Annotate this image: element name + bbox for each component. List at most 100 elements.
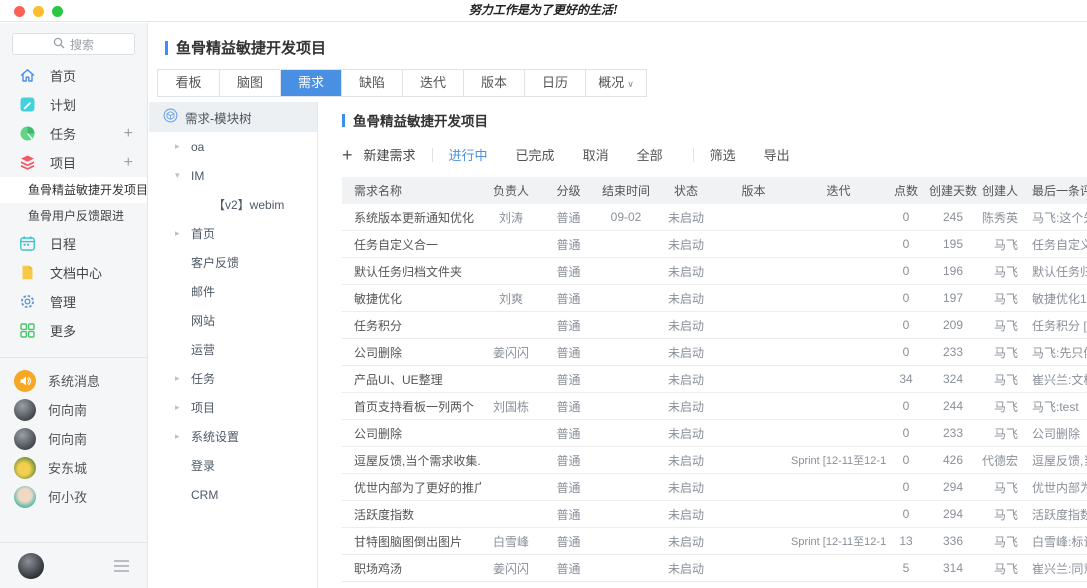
sidebar-item-管理[interactable]: 管理	[0, 287, 147, 316]
close-window-icon[interactable]	[14, 6, 25, 17]
sidebar-project-item[interactable]: 鱼骨精益敏捷开发项目	[0, 177, 147, 203]
arrow-right-icon[interactable]: ▸	[175, 402, 185, 413]
contact-item[interactable]: 何小孜	[0, 482, 147, 511]
new-requirement-button[interactable]: 新建需求	[364, 145, 416, 164]
cell-status: 未启动	[656, 236, 716, 253]
add-requirement-icon[interactable]: +	[342, 146, 353, 164]
tab-缺陷[interactable]: 缺陷	[341, 70, 402, 96]
arrow-right-icon[interactable]: ▸	[175, 431, 185, 442]
tree-item-系统设置[interactable]: ▸系统设置	[149, 422, 317, 451]
contact-item[interactable]: 安东城	[0, 453, 147, 482]
tree-item-运营[interactable]: 运营	[149, 335, 317, 364]
table-row[interactable]: 一个手机号只能注册一个...普通未启动0263马飞需求描述	[342, 582, 1087, 588]
tree-item-oa[interactable]: ▸oa	[149, 132, 317, 161]
cell-name: 敏捷优化	[342, 290, 481, 307]
sidebar-item-项目[interactable]: 项目+	[0, 148, 147, 177]
tab-迭代[interactable]: 迭代	[402, 70, 463, 96]
action-导出[interactable]: 导出	[764, 145, 790, 164]
cell-level: 普通	[541, 263, 596, 280]
tab-label: 概况	[598, 75, 624, 90]
sidebar-item-文档中心[interactable]: 文档中心	[0, 258, 147, 287]
tree-item-首页[interactable]: ▸首页	[149, 219, 317, 248]
tab-需求[interactable]: 需求	[280, 70, 341, 96]
cell-creator: 马飞	[980, 506, 1018, 523]
table-row[interactable]: 系统版本更新通知优化刘涛普通09-02未启动0245陈秀英马飞:这个先不改	[342, 204, 1087, 231]
cell-days: 197	[926, 291, 980, 305]
search-placeholder: 搜索	[70, 36, 94, 53]
tree-item-任务[interactable]: ▸任务	[149, 364, 317, 393]
filter-取消[interactable]: 取消	[583, 145, 609, 164]
cell-iteration: Sprint [12-11至12-17]	[791, 533, 886, 549]
cell-status: 未启动	[656, 452, 716, 469]
tree-item-客户反馈[interactable]: 客户反馈	[149, 248, 317, 277]
table-row[interactable]: 职场鸡汤姜闪闪普通未启动5314马飞崔兴兰:同意任务	[342, 555, 1087, 582]
cell-days: 233	[926, 426, 980, 440]
cell-owner: 刘国栋	[481, 398, 541, 415]
tab-日历[interactable]: 日历	[524, 70, 585, 96]
add-icon[interactable]: +	[124, 155, 133, 171]
zoom-window-icon[interactable]	[52, 6, 63, 17]
avatar	[14, 457, 36, 479]
tree-header[interactable]: 需求-模块树	[149, 102, 317, 132]
sidebar-item-日程[interactable]: 日程	[0, 229, 147, 258]
sidebar-project-item[interactable]: 鱼骨用户反馈跟进	[0, 203, 147, 229]
arrow-down-icon[interactable]: ▾	[175, 170, 185, 181]
avatar	[14, 399, 36, 421]
table-row[interactable]: 活跃度指数普通未启动0294马飞活跃度指数 客户	[342, 501, 1087, 528]
add-icon[interactable]: +	[124, 126, 133, 142]
contact-item[interactable]: 何向南	[0, 424, 147, 453]
tree-item-【v2】webim[interactable]: 【v2】webim	[149, 190, 317, 219]
docs-icon	[18, 264, 36, 282]
tree-item-登录[interactable]: 登录	[149, 451, 317, 480]
table-row[interactable]: 敏捷优化刘爽普通未启动0197马飞敏捷优化1最后一条	[342, 285, 1087, 312]
filter-已完成[interactable]: 已完成	[516, 145, 555, 164]
arrow-right-icon[interactable]: ▸	[175, 141, 185, 152]
contact-item[interactable]: 系统消息	[0, 366, 147, 395]
filter-进行中[interactable]: 进行中	[449, 145, 488, 164]
action-筛选[interactable]: 筛选	[710, 145, 736, 164]
tab-label: 版本	[481, 75, 507, 90]
cell-status: 未启动	[656, 209, 716, 226]
tree-item-邮件[interactable]: 邮件	[149, 277, 317, 306]
sidebar-item-任务[interactable]: 任务+	[0, 119, 147, 148]
cell-last: 敏捷优化1最后一条	[1018, 290, 1087, 307]
arrow-right-icon[interactable]: ▸	[175, 228, 185, 239]
tab-看板[interactable]: 看板	[158, 70, 219, 96]
menu-icon[interactable]	[114, 560, 129, 572]
sidebar-item-计划[interactable]: 计划	[0, 90, 147, 119]
minimize-window-icon[interactable]	[33, 6, 44, 17]
contact-item[interactable]: 何向南	[0, 395, 147, 424]
tree-item-IM[interactable]: ▾IM	[149, 161, 317, 190]
filter-全部[interactable]: 全部	[637, 145, 663, 164]
table-row[interactable]: 优世内部为了更好的推广...普通未启动0294马飞优世内部为了更好的	[342, 474, 1087, 501]
table-row[interactable]: 产品UI、UE整理普通未启动34324马飞崔兴兰:文档中心	[342, 366, 1087, 393]
cell-days: 426	[926, 453, 980, 467]
tree-item-网站[interactable]: 网站	[149, 306, 317, 335]
table-row[interactable]: 任务自定义合一普通未启动0195马飞任务自定义合一	[342, 231, 1087, 258]
tree-item-CRM[interactable]: CRM	[149, 480, 317, 509]
search-input[interactable]: 搜索	[12, 33, 135, 55]
table-row[interactable]: 公司删除普通未启动0233马飞公司删除	[342, 420, 1087, 447]
cell-last: 崔兴兰:同意任务	[1018, 560, 1087, 577]
table-row[interactable]: 逗屋反馈,当个需求收集...普通未启动Sprint [12-11至12-17]0…	[342, 447, 1087, 474]
tab-概况[interactable]: 概况∨	[585, 70, 646, 96]
arrow-right-icon[interactable]: ▸	[175, 373, 185, 384]
toolbar-divider	[693, 148, 694, 162]
sidebar-item-更多[interactable]: 更多	[0, 316, 147, 345]
cell-days: 196	[926, 264, 980, 278]
cell-end: 09-02	[596, 210, 656, 224]
table-row[interactable]: 首页支持看板一列两个刘国栋普通未启动0244马飞马飞:test	[342, 393, 1087, 420]
tab-版本[interactable]: 版本	[463, 70, 524, 96]
current-user-avatar[interactable]	[18, 553, 44, 579]
table-row[interactable]: 公司删除姜闪闪普通未启动0233马飞马飞:先只做注销	[342, 339, 1087, 366]
sidebar-footer	[0, 542, 147, 588]
sidebar-item-首页[interactable]: 首页	[0, 61, 147, 90]
tab-脑图[interactable]: 脑图	[219, 70, 280, 96]
table-row[interactable]: 默认任务归档文件夹普通未启动0196马飞默认任务归档文件	[342, 258, 1087, 285]
table-row[interactable]: 任务积分普通未启动0209马飞任务积分 [图片]	[342, 312, 1087, 339]
table-row[interactable]: 甘特图脑图倒出图片白雪峰普通未启动Sprint [12-11至12-17]133…	[342, 528, 1087, 555]
cell-days: 294	[926, 480, 980, 494]
sidebar-project-list: 鱼骨精益敏捷开发项目鱼骨用户反馈跟进	[0, 177, 147, 229]
tree-item-项目[interactable]: ▸项目	[149, 393, 317, 422]
sidebar-item-label: 首页	[50, 66, 76, 85]
